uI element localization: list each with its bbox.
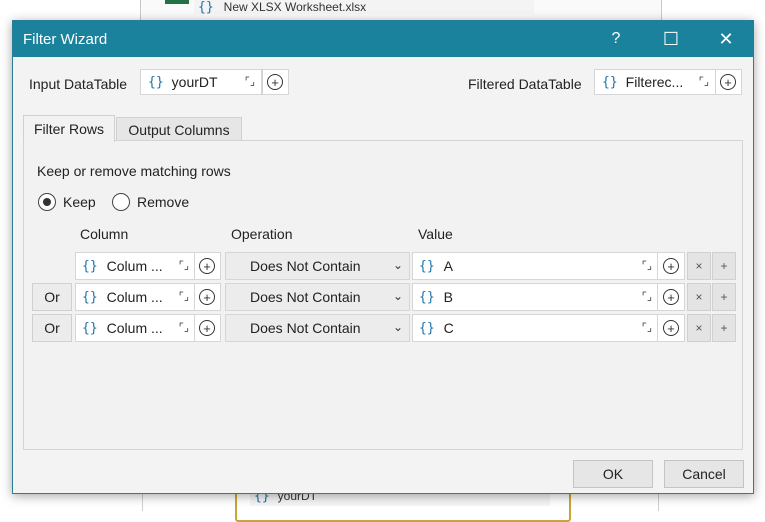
dialog-title: Filter Wizard (23, 31, 108, 48)
plus-circle-icon: + (199, 320, 215, 336)
background-file-field: {} New XLSX Worksheet.xlsx (194, 0, 534, 15)
column-add[interactable]: + (195, 252, 221, 280)
close-button[interactable]: ✕ (703, 21, 749, 57)
ok-button[interactable]: OK (573, 460, 653, 488)
chevron-down-icon: ⌄ (392, 320, 403, 334)
brace-icon: {} (82, 320, 98, 336)
filter-rows-panel: Keep or remove matching rows Keep Remove… (23, 140, 743, 450)
expand-icon[interactable]: ⌜⌟ (179, 321, 189, 334)
value-header: Value (418, 226, 453, 242)
background-file-name: New XLSX Worksheet.xlsx (223, 0, 367, 14)
tab-filter-rows[interactable]: Filter Rows (23, 115, 115, 142)
brace-icon: {} (82, 289, 98, 305)
column-header: Column (80, 226, 129, 242)
remove-row-button[interactable]: × (687, 283, 711, 311)
excel-logo (165, 0, 189, 4)
add-row-button[interactable]: + (712, 314, 736, 342)
column-value: Colum ... (106, 320, 163, 336)
value-add[interactable]: + (658, 283, 685, 311)
expand-icon[interactable]: ⌜⌟ (642, 259, 652, 272)
keep-label[interactable]: Keep (63, 194, 96, 210)
value-text: C (443, 320, 454, 336)
plus-circle-icon: + (663, 289, 679, 305)
remove-radio[interactable] (112, 193, 130, 211)
input-datatable-add[interactable]: + (263, 69, 289, 95)
filtered-datatable-field[interactable]: {} Filterec... ⌜⌟ (594, 69, 716, 95)
cancel-button[interactable]: Cancel (664, 460, 744, 488)
add-row-button[interactable]: + (712, 283, 736, 311)
input-datatable-field[interactable]: {} yourDT ⌜⌟ (140, 69, 262, 95)
brace-icon: {} (419, 258, 435, 274)
value-add[interactable]: + (658, 314, 685, 342)
value-text: B (443, 289, 453, 305)
title-bar: Filter Wizard ? ☐ ✕ (13, 21, 753, 57)
expand-icon[interactable]: ⌜⌟ (699, 75, 709, 88)
operation-value: Does Not Contain (250, 320, 361, 336)
operation-select[interactable]: Does Not Contain ⌄ (225, 314, 410, 342)
filtered-datatable-add[interactable]: + (716, 69, 742, 95)
value-field[interactable]: {} B ⌜⌟ (412, 283, 658, 311)
column-value: Colum ... (106, 258, 163, 274)
operation-header: Operation (231, 226, 293, 242)
remove-row-button[interactable]: × (687, 314, 711, 342)
brace-icon: {} (419, 289, 435, 305)
expand-icon[interactable]: ⌜⌟ (179, 259, 189, 272)
help-button[interactable]: ? (593, 21, 639, 57)
value-text: A (443, 258, 453, 274)
operation-value: Does Not Contain (250, 289, 361, 305)
input-datatable-label: Input DataTable (29, 76, 128, 92)
brace-icon: {} (82, 258, 98, 274)
brace-icon: {} (198, 0, 214, 15)
column-field[interactable]: {} Colum ... ⌜⌟ (75, 283, 195, 311)
or-connector-button[interactable]: Or (32, 314, 72, 342)
brace-icon: {} (148, 74, 164, 90)
value-add[interactable]: + (658, 252, 685, 280)
input-datatable-value: yourDT (171, 74, 218, 90)
chevron-down-icon: ⌄ (392, 289, 403, 303)
column-add[interactable]: + (195, 314, 221, 342)
plus-circle-icon: + (720, 74, 736, 90)
expand-icon[interactable]: ⌜⌟ (179, 290, 189, 303)
filter-wizard-dialog: Filter Wizard ? ☐ ✕ Input DataTable {} y… (12, 20, 754, 494)
plus-circle-icon: + (663, 258, 679, 274)
value-field[interactable]: {} A ⌜⌟ (412, 252, 658, 280)
radio-dot (42, 197, 51, 206)
value-field[interactable]: {} C ⌜⌟ (412, 314, 658, 342)
plus-circle-icon: + (267, 74, 283, 90)
column-field[interactable]: {} Colum ... ⌜⌟ (75, 252, 195, 280)
brace-icon: {} (602, 74, 618, 90)
column-field[interactable]: {} Colum ... ⌜⌟ (75, 314, 195, 342)
operation-select[interactable]: Does Not Contain ⌄ (225, 252, 410, 280)
operation-select[interactable]: Does Not Contain ⌄ (225, 283, 410, 311)
add-row-button[interactable]: + (712, 252, 736, 280)
expand-icon[interactable]: ⌜⌟ (642, 290, 652, 303)
maximize-button[interactable]: ☐ (648, 21, 694, 57)
expand-icon[interactable]: ⌜⌟ (642, 321, 652, 334)
filtered-datatable-value: Filterec... (625, 74, 684, 90)
keep-radio[interactable] (38, 193, 56, 211)
brace-icon: {} (419, 320, 435, 336)
remove-label[interactable]: Remove (137, 194, 189, 210)
plus-circle-icon: + (199, 289, 215, 305)
filter-heading: Keep or remove matching rows (37, 163, 231, 179)
plus-circle-icon: + (199, 258, 215, 274)
or-connector-button[interactable]: Or (32, 283, 72, 311)
plus-circle-icon: + (663, 320, 679, 336)
remove-row-button[interactable]: × (687, 252, 711, 280)
column-add[interactable]: + (195, 283, 221, 311)
filtered-datatable-label: Filtered DataTable (468, 76, 582, 92)
operation-value: Does Not Contain (250, 258, 361, 274)
chevron-down-icon: ⌄ (392, 258, 403, 272)
column-value: Colum ... (106, 289, 163, 305)
expand-icon[interactable]: ⌜⌟ (245, 75, 255, 88)
tab-output-columns[interactable]: Output Columns (116, 117, 242, 141)
